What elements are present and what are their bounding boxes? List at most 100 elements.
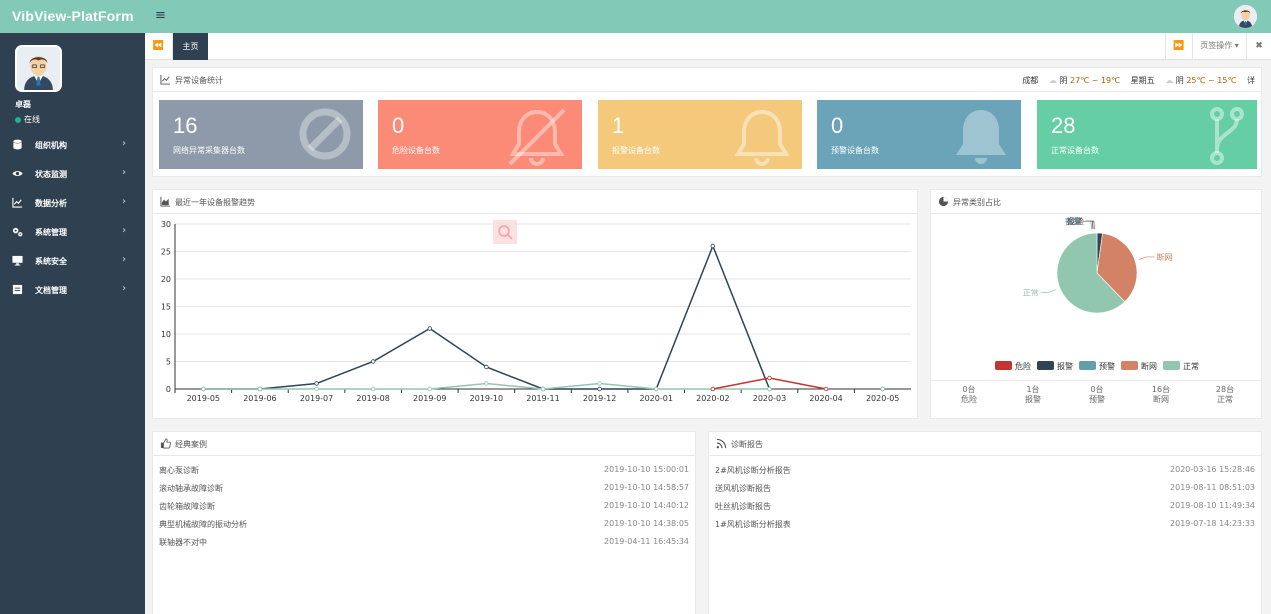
data-point[interactable] <box>427 386 432 392</box>
list-item-title: 2#风机诊断分析报告 <box>715 466 791 475</box>
tab-operations-dropdown[interactable]: 页签操作 ▾ <box>1193 33 1247 59</box>
legend-swatch[interactable] <box>1163 361 1180 370</box>
sidebar-item-docs[interactable]: 文档管理 › <box>0 276 145 305</box>
legend-label[interactable]: 预警 <box>1099 361 1115 371</box>
bell-icon <box>956 110 1006 164</box>
sidebar-item-org[interactable]: 组织机构 › <box>0 131 145 160</box>
weather-widget: 成都 ☁ 阴 27℃ ~ 19℃ 星期五 ☁ 阴 25℃ ~ 15℃ 详 <box>1022 75 1255 86</box>
legend-label[interactable]: 断网 <box>1141 361 1157 371</box>
data-point[interactable] <box>710 386 716 392</box>
list-item-title: 典型机械故障的振动分析 <box>159 520 247 529</box>
legend-label[interactable]: 报警 <box>1057 361 1073 371</box>
data-point[interactable] <box>201 386 206 392</box>
list-item[interactable]: 典型机械故障的振动分析 2019-10-10 14:38:05 <box>159 519 689 537</box>
fullscreen-icon[interactable]: ✖ <box>1247 33 1271 59</box>
sidebar-item-label: 系统安全 <box>35 257 67 266</box>
data-point[interactable] <box>540 386 546 392</box>
chevron-right-icon: › <box>122 254 127 265</box>
x-tick-label: 2019-09 <box>413 394 446 403</box>
legend-swatch[interactable] <box>1121 361 1138 370</box>
bell-slash-icon <box>508 108 566 166</box>
y-tick-label: 20 <box>161 275 171 284</box>
tab-home[interactable]: 主页 <box>173 33 208 60</box>
data-point[interactable] <box>654 386 659 392</box>
x-tick-label: 2019-12 <box>583 394 616 403</box>
legend-label[interactable]: 正常 <box>1183 362 1199 371</box>
stat-card-label: 预警设备台数 <box>831 146 879 155</box>
trend-panel: 最近一年设备报警趋势 0 5 10 15 20 25 30 2019-05 2019-06 201… <box>152 189 918 419</box>
x-tick-label: 2019-11 <box>526 394 559 403</box>
panel-title: 诊断报告 <box>731 440 763 449</box>
user-avatar-small[interactable] <box>1234 5 1257 28</box>
list-item[interactable]: 滚动轴承故障诊断 2019-10-10 14:58:57 <box>159 483 689 501</box>
data-point[interactable] <box>257 386 263 392</box>
y-tick-label: 30 <box>161 220 171 229</box>
stat-card-normal[interactable]: 28 正常设备台数 <box>1037 100 1257 169</box>
app-title: VibView-PlatForm <box>12 8 134 24</box>
pie-stat-offline: 16台 断网 <box>1131 385 1191 405</box>
gears-icon <box>12 227 23 237</box>
sidebar-item-monitor[interactable]: 状态监测 › <box>0 160 145 189</box>
data-point[interactable] <box>823 386 829 392</box>
data-point[interactable] <box>314 381 319 386</box>
list-item[interactable]: 离心泵诊断 2019-10-10 15:00:01 <box>159 465 689 483</box>
legend-label[interactable]: 危险 <box>1015 361 1031 371</box>
stat-card-label: 危险设备台数 <box>392 146 440 155</box>
stat-card-network[interactable]: 16 网络异常采集器台数 <box>159 100 363 169</box>
list-item[interactable]: 齿轮箱故障诊断 2019-10-10 14:40:12 <box>159 501 689 519</box>
stat-card-warning[interactable]: 0 预警设备台数 <box>817 100 1021 169</box>
scroll-right-icon[interactable]: ⏩ <box>1165 33 1193 59</box>
document-icon <box>12 284 23 295</box>
legend-swatch[interactable] <box>995 361 1012 370</box>
legend-swatch[interactable] <box>1079 361 1096 370</box>
list-item[interactable]: 2#风机诊断分析报告 2020-03-16 15:28:46 <box>715 465 1255 483</box>
data-point[interactable] <box>484 381 489 386</box>
scroll-left-icon[interactable]: ⏪ <box>145 33 173 59</box>
data-point[interactable] <box>484 364 489 370</box>
pie-leader-line <box>1138 256 1155 260</box>
pie-stat-count: 1台 <box>1026 385 1040 394</box>
pie-leader-line <box>1040 289 1057 293</box>
list-item[interactable]: 1#风机诊断分析报表 2019-07-18 14:23:33 <box>715 519 1255 537</box>
list-item[interactable]: 送风机诊断报告 2019-08-11 08:51:03 <box>715 483 1255 501</box>
chevron-right-icon: › <box>122 196 127 207</box>
y-tick-label: 25 <box>161 248 171 257</box>
legend-swatch[interactable] <box>1037 361 1054 370</box>
list-item-time: 2019-10-10 15:00:01 <box>604 465 689 474</box>
list-item[interactable]: 联轴器不对中 2019-04-11 16:45:34 <box>159 537 689 555</box>
data-point[interactable] <box>427 326 432 331</box>
x-tick-label: 2020-05 <box>866 394 899 403</box>
data-point[interactable] <box>767 386 772 392</box>
list-item-time: 2019-04-11 16:45:34 <box>604 537 689 546</box>
data-point[interactable] <box>370 359 376 364</box>
list-item[interactable]: 吐丝机诊断报告 2019-08-10 11:49:34 <box>715 501 1255 519</box>
pie-stat-label: 危险 <box>961 395 977 404</box>
x-tick-label: 2019-05 <box>187 394 220 403</box>
weather-more-link[interactable]: 详 <box>1247 76 1255 85</box>
data-point[interactable] <box>370 386 376 392</box>
cloud-icon: ☁ <box>1165 76 1174 85</box>
sidebar-item-analysis[interactable]: 数据分析 › <box>0 189 145 218</box>
sidebar-item-system[interactable]: 系统管理 › <box>0 218 145 247</box>
list-item-title: 滚动轴承故障诊断 <box>159 484 223 493</box>
data-point[interactable] <box>880 386 885 392</box>
stat-card-danger[interactable]: 0 危险设备台数 <box>378 100 582 169</box>
chevron-right-icon: › <box>122 167 127 178</box>
data-point[interactable] <box>767 375 772 381</box>
sidebar-item-security[interactable]: 系统安全 › <box>0 247 145 276</box>
data-point[interactable] <box>597 381 602 386</box>
stat-card-label: 正常设备台数 <box>1051 146 1099 155</box>
data-point[interactable] <box>710 243 716 249</box>
list-item-time: 2020-03-16 15:28:46 <box>1170 465 1255 474</box>
avatar[interactable] <box>15 45 62 92</box>
data-point[interactable] <box>314 386 319 392</box>
menu-toggle-icon[interactable]: ≡ <box>155 9 166 22</box>
list-item-time: 2019-10-10 14:58:57 <box>604 483 689 492</box>
stat-card-value: 0 <box>392 113 405 138</box>
stat-card-alarm[interactable]: 1 报警设备台数 <box>598 100 802 169</box>
x-tick-label: 2019-08 <box>356 394 389 403</box>
user-status-label: 在线 <box>24 115 40 124</box>
pie-stat-count: 16台 <box>1151 385 1171 394</box>
sidebar-item-label: 组织机构 <box>35 141 67 150</box>
data-point[interactable] <box>597 386 602 392</box>
